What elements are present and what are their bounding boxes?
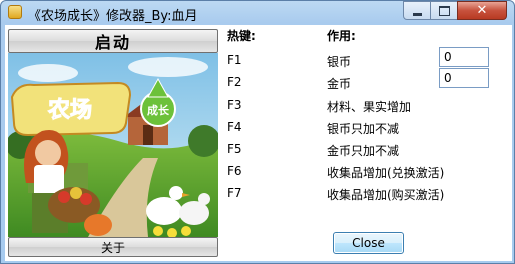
- badge-text: 成长: [147, 103, 170, 117]
- gold-value-input[interactable]: [439, 68, 489, 88]
- start-button[interactable]: 启动: [8, 29, 218, 53]
- close-window-button[interactable]: ✕: [457, 1, 507, 20]
- action-header: 作用:: [327, 29, 356, 43]
- hotkey-f1: F1: [227, 53, 242, 67]
- hotkey-f3: F3: [227, 98, 242, 112]
- client-area: 启动 农场 成长 关于 热键: 作用: F1 银币 0 F2 金币 0 F3 材…: [5, 25, 512, 261]
- action-gold: 金币: [327, 77, 352, 91]
- game-artwork-image: 农场 成长: [8, 53, 218, 237]
- action-collect-purchase: 收集品增加(购买激活): [327, 188, 445, 202]
- close-icon: ✕: [476, 3, 488, 18]
- window-title: 《农场成长》修改器_By:血月: [28, 9, 198, 24]
- hotkey-f2: F2: [227, 75, 242, 89]
- hotkey-f5: F5: [227, 142, 242, 156]
- maximize-button[interactable]: [430, 1, 458, 20]
- hotkey-f7: F7: [227, 186, 242, 200]
- action-silver-lock: 银币只加不减: [327, 122, 400, 136]
- minimize-button[interactable]: [403, 1, 431, 20]
- action-gold-lock: 金币只加不减: [327, 144, 400, 158]
- game-artwork: 农场 成长: [8, 53, 218, 237]
- minimize-icon: [412, 12, 422, 16]
- action-collect-exchange: 收集品增加(兑换激活): [327, 166, 445, 180]
- action-materials: 材料、果实增加: [327, 100, 412, 114]
- hotkey-header: 热键:: [227, 29, 256, 43]
- action-silver: 银币: [327, 55, 352, 69]
- window-frame: 《农场成长》修改器_By:血月 ✕ 启动 农场 成长 关于 热键: 作用: F1…: [0, 0, 515, 264]
- app-icon: [8, 5, 22, 19]
- silver-value-input[interactable]: [439, 47, 489, 67]
- maximize-icon: [438, 5, 450, 16]
- close-button[interactable]: Close: [333, 232, 404, 254]
- hotkey-f6: F6: [227, 164, 242, 178]
- title-bar[interactable]: 《农场成长》修改器_By:血月 ✕: [1, 1, 515, 25]
- hotkey-f4: F4: [227, 120, 242, 134]
- logo-text: 农场: [47, 97, 92, 123]
- about-button[interactable]: 关于: [8, 237, 218, 257]
